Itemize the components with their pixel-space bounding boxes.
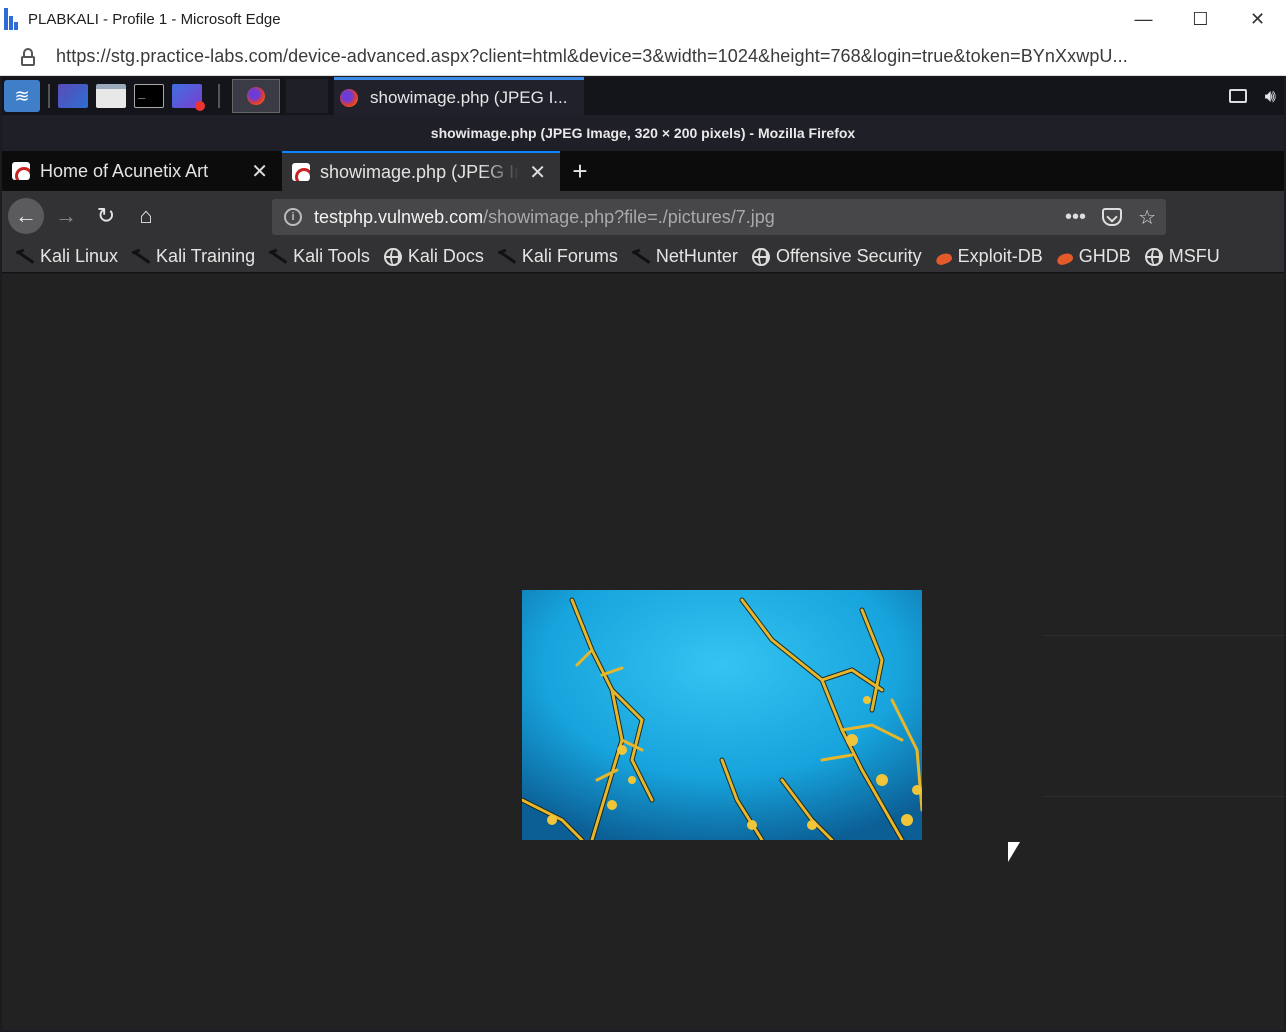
back-button[interactable]: ←: [8, 198, 44, 234]
firefox-icon: [340, 88, 358, 107]
globe-icon: [1144, 247, 1163, 266]
globe-icon: [751, 247, 770, 266]
minimize-button[interactable]: —: [1115, 0, 1172, 38]
bookmark-label: GHDB: [1078, 246, 1131, 266]
tab-label: showimage.php (JPEG Image, 320 × 200 pix…: [320, 161, 520, 182]
tab-showimage[interactable]: showimage.php (JPEG Image, 320 × 200 pix…: [282, 151, 560, 191]
kali-menu-icon[interactable]: ≋: [4, 80, 40, 112]
globe-icon: [383, 247, 402, 266]
url-path: /showimage.php?file=./pictures/7.jpg: [483, 206, 775, 227]
edge-title-bar: PLABKALI - Profile 1 - Microsoft Edge — …: [0, 0, 1286, 38]
tab-home-of-acunetix-art[interactable]: Home of Acunetix Art ✕: [2, 151, 282, 191]
kali-dragon-icon: [269, 248, 287, 266]
exploit-db-icon: [1055, 251, 1074, 266]
firefox-window-title: showimage.php (JPEG Image, 320 × 200 pix…: [2, 115, 1284, 151]
url-text[interactable]: testphp.vulnweb.com/showimage.php?file=.…: [314, 207, 775, 228]
panel-separator: [218, 84, 220, 108]
bookmark-label: Kali Linux: [40, 246, 119, 266]
taskbar-firefox-window[interactable]: showimage.php (JPEG I...: [334, 77, 584, 115]
acunetix-favicon-icon: [12, 162, 30, 180]
bookmark-label: MSFU: [1168, 246, 1220, 266]
new-tab-button[interactable]: +: [560, 151, 600, 191]
fractal-image[interactable]: [522, 590, 922, 840]
pocket-icon[interactable]: [1102, 208, 1123, 226]
bookmark-kali-linux[interactable]: Kali Linux: [16, 246, 118, 267]
divider-line: [1042, 796, 1284, 797]
practice-labs-logo-icon: [4, 8, 18, 30]
bookmark-star-icon[interactable]: ☆: [1138, 205, 1156, 230]
close-tab-icon[interactable]: ✕: [529, 160, 546, 185]
divider-line: [1042, 635, 1284, 636]
firefox-navigation-bar: ← → ↻ ⌂ i testphp.vulnweb.com/showimage.…: [2, 191, 1284, 241]
acunetix-favicon-icon: [292, 163, 310, 181]
display-tray-icon[interactable]: [1228, 89, 1247, 103]
bookmark-label: Kali Docs: [407, 246, 484, 266]
bookmark-label: Kali Training: [156, 246, 256, 266]
taskbar-empty-slot[interactable]: [286, 79, 328, 113]
bookmark-kali-docs[interactable]: Kali Docs: [383, 246, 484, 267]
bookmark-label: Kali Tools: [293, 246, 370, 266]
terminal-icon[interactable]: _: [134, 84, 164, 108]
file-manager-icon[interactable]: [96, 84, 126, 108]
url-bar[interactable]: i testphp.vulnweb.com/showimage.php?file…: [272, 199, 1166, 235]
kali-taskbar: ≋ _ showimage.php (JPEG I... 🔊︎: [2, 77, 1284, 115]
bookmark-kali-tools[interactable]: Kali Tools: [269, 246, 370, 267]
bookmark-label: Kali Forums: [521, 246, 618, 266]
bookmarks-toolbar: Kali Linux Kali Training Kali Tools Kali…: [2, 241, 1284, 273]
bookmark-msfu[interactable]: MSFU: [1144, 246, 1220, 267]
panel-separator: [48, 84, 50, 108]
firefox-tab-strip: Home of Acunetix Art ✕ showimage.php (JP…: [2, 151, 1284, 191]
kali-dragon-icon: [498, 248, 516, 266]
workspace-switcher-icon[interactable]: [58, 84, 88, 108]
bookmark-label: Offensive Security: [775, 246, 922, 266]
close-tab-icon[interactable]: ✕: [251, 159, 268, 184]
bookmark-kali-forums[interactable]: Kali Forums: [498, 246, 618, 267]
kali-dragon-icon: [632, 248, 650, 266]
reload-button[interactable]: ↻: [88, 198, 124, 234]
page-content: [2, 274, 1284, 1030]
bookmark-offensive-security[interactable]: Offensive Security: [751, 246, 922, 267]
home-button[interactable]: ⌂: [128, 198, 164, 234]
page-actions-icon[interactable]: •••: [1065, 206, 1086, 229]
edge-window-title: PLABKALI - Profile 1 - Microsoft Edge: [28, 10, 281, 28]
kali-dragon-icon: [16, 248, 34, 266]
maximize-button[interactable]: ☐: [1172, 0, 1229, 38]
taskbar-window-title: showimage.php (JPEG I...: [370, 87, 568, 107]
firefox-launcher-icon[interactable]: [232, 79, 280, 113]
bookmark-label: NetHunter: [655, 246, 738, 266]
screen-recorder-icon[interactable]: [172, 84, 205, 111]
bookmark-exploit-db[interactable]: Exploit-DB: [934, 246, 1043, 267]
volume-icon[interactable]: 🔊︎: [1265, 86, 1276, 107]
exploit-db-icon: [934, 251, 953, 266]
bookmark-kali-training[interactable]: Kali Training: [132, 246, 255, 267]
bookmark-label: Exploit-DB: [957, 246, 1043, 266]
forward-button[interactable]: →: [48, 198, 84, 234]
url-domain: testphp.vulnweb.com: [314, 206, 484, 227]
bookmark-nethunter[interactable]: NetHunter: [632, 246, 738, 267]
tab-label: Home of Acunetix Art: [40, 160, 209, 181]
edge-url-text[interactable]: https://stg.practice-labs.com/device-adv…: [56, 46, 1266, 67]
kali-dragon-icon: [132, 248, 150, 266]
fractal-image-graphic: [522, 590, 922, 840]
site-info-icon[interactable]: i: [284, 208, 302, 226]
bookmark-ghdb[interactable]: GHDB: [1055, 246, 1131, 267]
close-window-button[interactable]: ✕: [1229, 0, 1286, 38]
edge-address-bar: https://stg.practice-labs.com/device-adv…: [0, 38, 1286, 76]
lock-icon[interactable]: [20, 47, 36, 66]
